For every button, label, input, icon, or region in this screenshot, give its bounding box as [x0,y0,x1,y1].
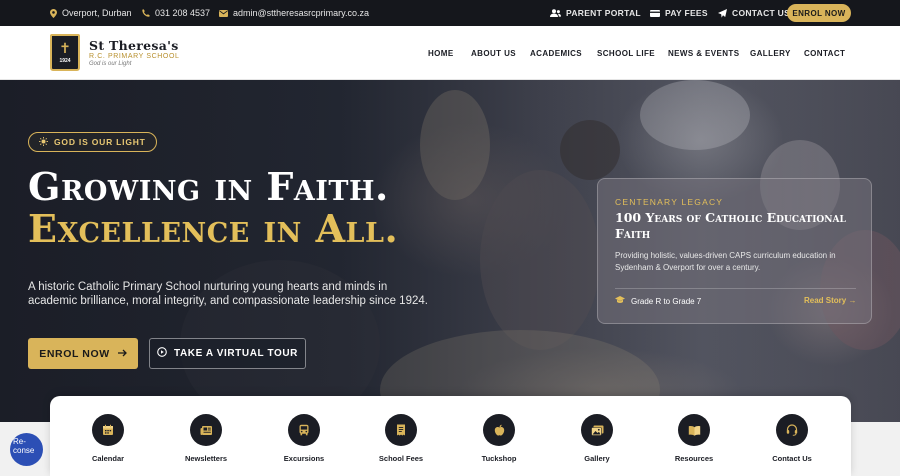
parent-portal-label: PARENT PORTAL [566,8,641,18]
users-icon [550,9,561,17]
nav-academics[interactable]: ACADEMICS [530,26,582,80]
nav-about-us[interactable]: ABOUT US [471,26,516,80]
crest-year: 1924 [59,58,71,64]
card-kicker: CENTENARY LEGACY [615,197,724,207]
contact-us-link[interactable]: CONTACT US [718,0,790,26]
envelope-icon [219,9,228,17]
nav-news-events[interactable]: NEWS & EVENTS [668,26,739,80]
school-subtitle: R.C. PRIMARY SCHOOL [89,53,180,60]
hero-section: GOD IS OUR LIGHT Growing in Faith. Excel… [0,80,900,422]
quick-link-newsletters[interactable]: Newsletters [161,414,251,463]
cross-icon: ✝ [59,40,71,56]
hero-headline-line-2: Excellence in All. [28,206,399,251]
pay-fees-link[interactable]: PAY FEES [650,0,708,26]
book-icon [678,414,710,446]
top-bar: Overport, Durban 031 208 4537 admin@stth… [0,0,900,26]
hero-badge: GOD IS OUR LIGHT [28,132,157,152]
recaptcha-badge[interactable]: Re-conse [10,433,43,466]
credit-card-icon [650,9,660,17]
card-grades: Grade R to Grade 7 [615,296,701,306]
virtual-tour-button[interactable]: TAKE A VIRTUAL TOUR [149,338,306,369]
school-motto: God is our Light [89,61,132,67]
hero-enrol-label: ENROL NOW [39,347,110,360]
arrow-right-icon [117,348,127,360]
quick-link-gallery[interactable]: Gallery [552,414,642,463]
receipt-icon [385,414,417,446]
pay-fees-label: PAY FEES [665,8,708,18]
nav-school-life[interactable]: SCHOOL LIFE [597,26,655,80]
location-info: Overport, Durban [50,0,132,26]
quick-link-label: Calendar [91,454,125,463]
paper-plane-icon [718,8,727,18]
quick-link-label: Gallery [584,454,610,463]
centenary-card: CENTENARY LEGACY 100 Years of Catholic E… [597,178,872,324]
site-header: ✝ 1924 St Theresa's R.C. PRIMARY SCHOOL … [0,26,900,80]
map-pin-icon [50,8,57,18]
calendar-icon [92,414,124,446]
quick-link-school-fees[interactable]: School Fees [356,414,446,463]
quick-link-label: Newsletters [184,454,228,463]
email-link[interactable]: admin@sttheresasrcprimary.co.za [219,0,369,26]
hero-description: A historic Catholic Primary School nurtu… [28,281,428,307]
hero-headline-line-1: Growing in Faith. [28,164,389,209]
quick-link-label: Tuckshop [481,454,517,463]
graduation-cap-icon [615,296,625,306]
bus-icon [288,414,320,446]
quick-link-label: Excursions [283,454,325,463]
enrol-now-top-button[interactable]: ENROL NOW [787,4,851,22]
card-divider [615,288,856,289]
quick-link-label: Resources [674,454,714,463]
phone-text: 031 208 4537 [155,8,211,18]
play-circle-icon [157,347,167,360]
nav-gallery[interactable]: GALLERY [750,26,791,80]
newspaper-icon [190,414,222,446]
card-body: Providing holistic, values-driven CAPS c… [615,251,836,272]
card-title: 100 Years of Catholic Educational Faith [615,210,846,241]
quick-link-tuckshop[interactable]: Tuckshop [454,414,544,463]
hero-badge-label: GOD IS OUR LIGHT [54,137,146,147]
phone-icon [142,9,150,17]
quick-link-label: School Fees [378,454,424,463]
card-grades-text: Grade R to Grade 7 [631,296,702,306]
quick-links-bar: Calendar Newsletters Excursions School F… [50,396,851,476]
quick-link-resources[interactable]: Resources [649,414,739,463]
quick-link-label: Contact Us [772,454,812,463]
sun-icon [39,136,48,148]
nav-contact[interactable]: CONTACT [804,26,845,80]
virtual-tour-label: TAKE A VIRTUAL TOUR [174,348,298,359]
quick-link-calendar[interactable]: Calendar [63,414,153,463]
phone-link[interactable]: 031 208 4537 [142,0,210,26]
school-crest-logo[interactable]: ✝ 1924 [50,34,80,71]
email-text: admin@sttheresasrcprimary.co.za [233,8,370,18]
quick-link-contact-us[interactable]: Contact Us [747,414,837,463]
apple-icon [483,414,515,446]
school-name[interactable]: St Theresa's [89,38,179,53]
location-text: Overport, Durban [62,8,132,18]
hero-enrol-now-button[interactable]: ENROL NOW [28,338,138,369]
parent-portal-link[interactable]: PARENT PORTAL [550,0,641,26]
nav-home[interactable]: HOME [428,26,454,80]
contact-us-label: CONTACT US [732,8,791,18]
read-story-link[interactable]: Read Story → [804,296,856,305]
images-icon [581,414,613,446]
quick-link-excursions[interactable]: Excursions [259,414,349,463]
headset-icon [776,414,808,446]
